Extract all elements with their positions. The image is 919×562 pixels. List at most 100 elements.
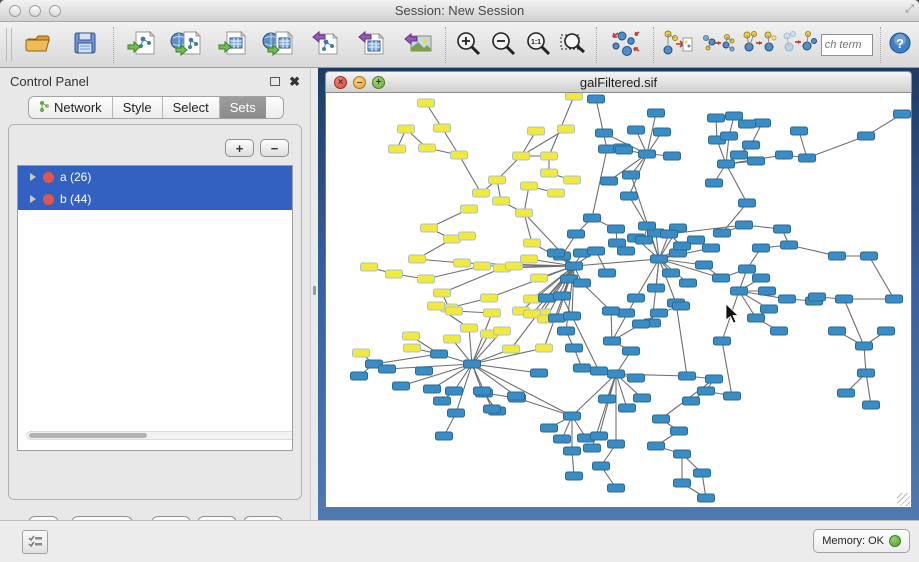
set-label: a (26) <box>60 170 91 184</box>
toolbar-separator <box>653 27 654 63</box>
splitter-handle[interactable] <box>313 286 316 295</box>
save-floppy-icon <box>71 30 99 59</box>
network-window-title: galFiltered.sif <box>326 75 911 90</box>
set-color-dot <box>43 194 54 205</box>
import-network-icon <box>126 29 158 60</box>
sets-list: a (26) b (44) <box>17 165 293 451</box>
network-tab-icon <box>39 100 50 116</box>
toolbar-separator <box>445 27 446 63</box>
expand-triangle-icon[interactable] <box>30 173 36 181</box>
svg-text:?: ? <box>896 36 904 51</box>
apply-layout-button[interactable] <box>602 25 648 65</box>
set-color-dot <box>43 172 54 183</box>
network-desktop: × – + galFiltered.sif <box>318 68 919 520</box>
task-list-icon <box>27 534 43 551</box>
help-button[interactable]: ? <box>886 25 915 65</box>
apply-layout-icon <box>608 28 642 61</box>
import-table-icon <box>217 29 249 60</box>
import-network-web-icon <box>170 29 204 60</box>
task-history-button[interactable] <box>22 530 48 554</box>
sets-panel: + − a (26) b (44) <box>8 124 302 500</box>
add-set-button[interactable]: + <box>225 139 254 157</box>
app-window: Session: New Session ⤢ <box>0 0 919 562</box>
open-session-button[interactable] <box>16 25 62 65</box>
first-neighbors-undirected-icon <box>701 28 737 61</box>
remove-set-button[interactable]: − <box>260 139 289 157</box>
network-window-titlebar[interactable]: × – + galFiltered.sif <box>325 71 912 93</box>
toolbar-drag-handle[interactable] <box>6 28 12 62</box>
export-table-button[interactable] <box>348 25 394 65</box>
export-image-icon <box>401 29 433 60</box>
tab-style-label: Style <box>123 100 152 115</box>
expand-triangle-icon[interactable] <box>30 195 36 203</box>
zoom-out-button[interactable] <box>486 25 521 65</box>
import-table-file-button[interactable] <box>210 25 256 65</box>
tab-select[interactable]: Select <box>163 97 220 118</box>
network-canvas[interactable] <box>325 93 912 508</box>
panel-splitter[interactable] <box>310 68 318 520</box>
titlebar: Session: New Session ⤢ <box>0 0 919 22</box>
zoom-in-icon <box>454 29 482 60</box>
control-panel-title: Control Panel <box>10 74 270 89</box>
zoom-out-icon <box>489 29 517 60</box>
export-network-button[interactable] <box>302 25 348 65</box>
memory-label: Memory: OK <box>822 535 884 547</box>
export-image-button[interactable] <box>394 25 440 65</box>
tab-network-label: Network <box>54 100 102 115</box>
control-panel-tabs: Network Style Select Sets <box>28 96 284 119</box>
tab-select-label: Select <box>173 100 209 115</box>
horizontal-scrollbar[interactable] <box>26 431 293 440</box>
float-panel-icon[interactable] <box>270 77 280 86</box>
tab-sets[interactable]: Sets <box>220 97 266 118</box>
zoom-window-button[interactable] <box>49 5 61 17</box>
open-folder-icon <box>24 30 54 59</box>
toolbar-separator <box>596 27 597 63</box>
first-neighbors-outgoing-icon <box>781 28 817 61</box>
save-session-button[interactable] <box>62 25 108 65</box>
network-window-frame[interactable]: × – + galFiltered.sif <box>318 68 919 520</box>
control-panel: Control Panel ✖ Network Style Select Set… <box>0 68 310 520</box>
export-network-icon <box>309 29 341 60</box>
set-row-b[interactable]: b (44) <box>18 188 292 210</box>
zoom-in-button[interactable] <box>451 25 486 65</box>
window-controls <box>9 5 61 17</box>
import-table-web-button[interactable] <box>256 25 302 65</box>
toolbar-separator <box>113 27 114 63</box>
tab-style[interactable]: Style <box>113 97 163 118</box>
minimize-window-button[interactable] <box>29 5 41 17</box>
svg-text:1:1: 1:1 <box>531 39 541 46</box>
zoom-selected-icon <box>558 29 588 60</box>
close-network-window-button[interactable]: × <box>334 76 347 89</box>
mouse-cursor <box>726 304 738 323</box>
first-neighbors-incoming-icon <box>741 28 777 61</box>
expand-icon[interactable]: ⤢ <box>905 3 914 16</box>
first-neighbors-outgoing-button[interactable] <box>779 25 819 65</box>
tab-network[interactable]: Network <box>29 97 113 118</box>
close-panel-icon[interactable]: ✖ <box>289 75 300 88</box>
set-label: b (44) <box>60 192 91 206</box>
set-row-a[interactable]: a (26) <box>18 166 292 188</box>
tab-sets-label: Sets <box>230 100 256 115</box>
first-neighbors-incoming-button[interactable] <box>739 25 779 65</box>
search-input[interactable] <box>821 34 873 56</box>
control-panel-header: Control Panel ✖ <box>0 68 310 94</box>
import-table-web-icon <box>262 29 296 60</box>
toolbar-separator <box>880 27 881 63</box>
zoom-selected-button[interactable] <box>556 25 591 65</box>
help-icon: ? <box>888 31 912 58</box>
close-window-button[interactable] <box>9 5 21 17</box>
main-toolbar: 1:1 ? <box>0 22 919 68</box>
resize-grip[interactable] <box>897 493 910 506</box>
window-title: Session: New Session <box>0 3 919 18</box>
minimize-network-window-button[interactable]: – <box>353 76 366 89</box>
import-network-web-button[interactable] <box>164 25 210 65</box>
maximize-network-window-button[interactable]: + <box>372 76 385 89</box>
memory-status-button[interactable]: Memory: OK <box>813 529 910 553</box>
network-graph[interactable] <box>326 93 913 508</box>
first-neighbors-new-network-button[interactable] <box>659 25 699 65</box>
first-neighbors-undirected-button[interactable] <box>699 25 739 65</box>
scrollbar-thumb[interactable] <box>29 433 147 438</box>
zoom-fit-button[interactable]: 1:1 <box>521 25 556 65</box>
import-network-file-button[interactable] <box>119 25 165 65</box>
memory-ok-indicator <box>889 535 901 547</box>
